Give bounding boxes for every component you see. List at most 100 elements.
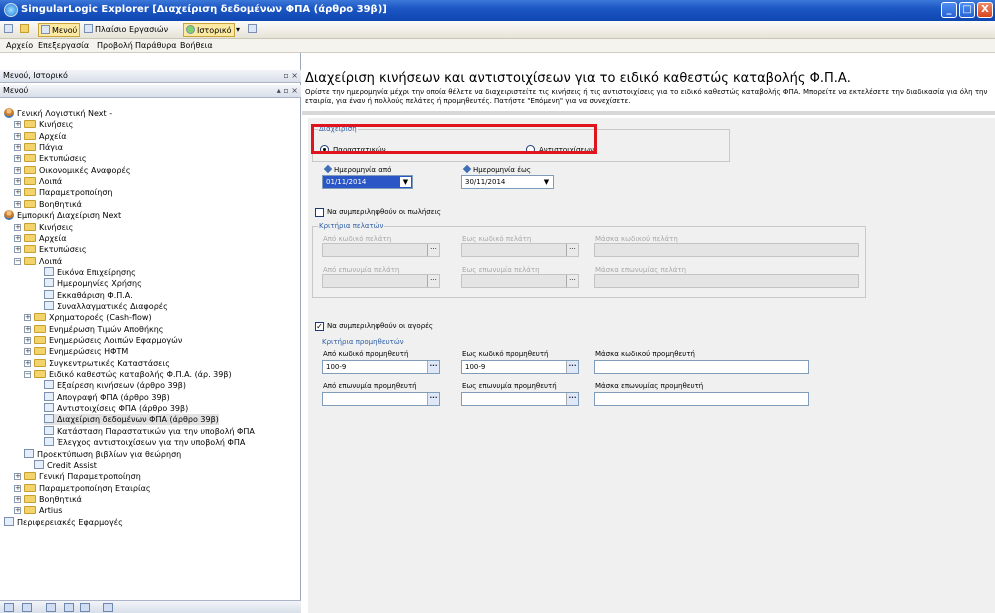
tree-item[interactable]: Εκκαθάριση Φ.Π.Α.: [44, 289, 133, 301]
tree-item[interactable]: Προεκτύπωση βιβλίων για θεώρηση: [24, 448, 181, 460]
minimize-button[interactable]: _: [941, 2, 957, 18]
tab-icon-6[interactable]: [103, 603, 113, 612]
expand-icon[interactable]: +: [14, 166, 21, 174]
tree-item[interactable]: + Αρχεία: [14, 233, 66, 244]
menu-view[interactable]: Προβολή: [97, 41, 133, 50]
customer-from-name-input[interactable]: ...: [322, 274, 440, 288]
expand-icon[interactable]: +: [14, 178, 21, 186]
collapse-icon[interactable]: −: [14, 257, 21, 265]
tree-item[interactable]: + Βοηθητικά: [14, 494, 82, 505]
browse-icon[interactable]: ...: [427, 244, 439, 256]
expand-icon[interactable]: +: [14, 223, 21, 231]
purchases-checkbox[interactable]: ✓: [315, 322, 324, 331]
expand-icon[interactable]: +: [14, 484, 21, 492]
tree-item[interactable]: Συναλλαγματικές Διαφορές: [44, 300, 168, 312]
tree-item[interactable]: Εξαίρεση κινήσεων (άρθρο 39β): [44, 380, 186, 391]
tree-item[interactable]: Περιφερειακές Εφαρμογές: [4, 516, 123, 528]
browse-icon[interactable]: ...: [427, 361, 439, 373]
supplier-to-name-input[interactable]: ...: [461, 392, 579, 406]
tree-item[interactable]: + Ενημερώσεις Λοιπών Εφαρμογών: [24, 335, 182, 346]
expand-icon[interactable]: +: [24, 325, 31, 333]
expand-icon[interactable]: +: [24, 314, 31, 322]
expand-icon[interactable]: +: [14, 200, 21, 208]
menu-help[interactable]: Βοήθεια: [180, 41, 213, 50]
date-to-input[interactable]: 30/11/2014 ▼: [461, 175, 554, 189]
browse-icon[interactable]: ...: [427, 393, 439, 405]
tree-item[interactable]: + Παραμετροποίηση: [14, 187, 112, 198]
tab-icon-4[interactable]: [64, 603, 74, 612]
tree-item[interactable]: + Artius: [14, 505, 62, 516]
tree-item[interactable]: − Ειδικό καθεστώς καταβολής Φ.Π.Α. (άρ. 3…: [24, 369, 232, 380]
folder-icon[interactable]: [20, 23, 31, 37]
tab-icon-2[interactable]: [22, 603, 32, 612]
expand-icon[interactable]: +: [14, 121, 21, 129]
collapse-icon[interactable]: ▴ ▫ ×: [277, 85, 298, 97]
tree-item[interactable]: Διαχείριση δεδομένων ΦΠΑ (άρθρο 39β): [44, 414, 219, 426]
expand-icon[interactable]: +: [24, 359, 31, 367]
maximize-button[interactable]: □: [959, 2, 975, 18]
menu-edit[interactable]: Επεξεργασία: [38, 41, 89, 50]
expand-icon[interactable]: +: [14, 495, 21, 503]
toolbar-extra-icon[interactable]: [248, 23, 259, 37]
tree-item[interactable]: + Συγκεντρωτικές Καταστάσεις: [24, 358, 170, 369]
browse-icon[interactable]: ...: [427, 275, 439, 287]
tree-item[interactable]: − Λοιπά: [14, 256, 62, 267]
expand-icon[interactable]: +: [14, 144, 21, 152]
history-button[interactable]: Ιστορικό: [183, 23, 235, 37]
expand-icon[interactable]: +: [14, 246, 21, 254]
tree-item[interactable]: + Γενική Παραμετροποίηση: [14, 471, 141, 482]
tree-item[interactable]: + Βοηθητικά: [14, 199, 82, 210]
supplier-from-code-input[interactable]: 100-9...: [322, 360, 440, 374]
expand-icon[interactable]: +: [14, 473, 21, 481]
chevron-down-icon[interactable]: ▼: [541, 177, 552, 187]
tree-item[interactable]: Γενική Λογιστική Next -: [4, 108, 112, 119]
tree-item[interactable]: + Παραμετροποίηση Εταιρίας: [14, 483, 151, 494]
tree-item[interactable]: + Αρχεία: [14, 131, 66, 142]
expand-icon[interactable]: +: [14, 189, 21, 197]
tree-item[interactable]: + Εκτυπώσεις: [14, 153, 87, 164]
browse-icon[interactable]: ...: [566, 275, 578, 287]
browse-icon[interactable]: ...: [566, 244, 578, 256]
expand-icon[interactable]: +: [14, 234, 21, 242]
date-from-input[interactable]: 01/11/2014 ▼: [322, 175, 413, 189]
supplier-from-name-input[interactable]: ...: [322, 392, 440, 406]
tree-item[interactable]: Εικόνα Επιχείρησης: [44, 266, 136, 278]
new-window-icon[interactable]: [4, 23, 15, 37]
tree-item[interactable]: + Ενημερώσεις ΗΦΤΜ: [24, 346, 128, 357]
tree-item[interactable]: + Εκτυπώσεις: [14, 244, 87, 255]
customer-to-name-input[interactable]: ...: [461, 274, 579, 288]
expand-icon[interactable]: +: [14, 507, 21, 515]
supplier-code-mask-input[interactable]: [594, 360, 809, 374]
browse-icon[interactable]: ...: [566, 361, 578, 373]
expand-icon[interactable]: +: [24, 337, 31, 344]
tab-icon-3[interactable]: [46, 603, 56, 612]
chevron-down-icon[interactable]: ▼: [400, 177, 411, 187]
tab-icon-1[interactable]: [4, 603, 14, 612]
menu-file[interactable]: Αρχείο: [6, 41, 33, 50]
expand-icon[interactable]: +: [14, 132, 21, 140]
expand-icon[interactable]: +: [14, 155, 21, 163]
tree-item[interactable]: Απογραφή ΦΠΑ (άρθρο 39β): [44, 391, 170, 403]
supplier-to-code-input[interactable]: 100-9...: [461, 360, 579, 374]
tab-icon-5[interactable]: [80, 603, 90, 612]
tree-item[interactable]: Ημερομηνίες Χρήσης: [44, 278, 142, 289]
supplier-name-mask-input[interactable]: [594, 392, 809, 406]
tree-item[interactable]: + Οικονομικές Αναφορές: [14, 165, 131, 176]
tree-item[interactable]: + Ενημέρωση Τιμών Αποθήκης: [24, 324, 164, 335]
close-button[interactable]: X: [977, 2, 993, 18]
task-frame-button[interactable]: Πλαίσιο Εργασιών: [84, 23, 168, 37]
tree-item[interactable]: + Χρηματοροές (Cash-flow): [24, 312, 152, 323]
customer-to-code-input[interactable]: ...: [461, 243, 579, 257]
tree-item[interactable]: Credit Assist: [34, 459, 97, 471]
menu-toolbar-button[interactable]: Μενού: [38, 23, 81, 37]
menu-windows[interactable]: Παράθυρα: [135, 41, 177, 50]
browse-icon[interactable]: ...: [566, 393, 578, 405]
tree-item[interactable]: + Πάγια: [14, 142, 63, 153]
customer-from-code-input[interactable]: ...: [322, 243, 440, 257]
pin-close-icon[interactable]: ▫ ×: [283, 70, 298, 82]
tree-item[interactable]: Κατάσταση Παραστατικών για την υποβολή Φ…: [44, 425, 255, 437]
sales-checkbox[interactable]: [315, 208, 324, 217]
tree-item[interactable]: + Λοιπά: [14, 176, 62, 187]
collapse-icon[interactable]: −: [24, 371, 31, 379]
tree-item[interactable]: + Κινήσεις: [14, 222, 73, 233]
